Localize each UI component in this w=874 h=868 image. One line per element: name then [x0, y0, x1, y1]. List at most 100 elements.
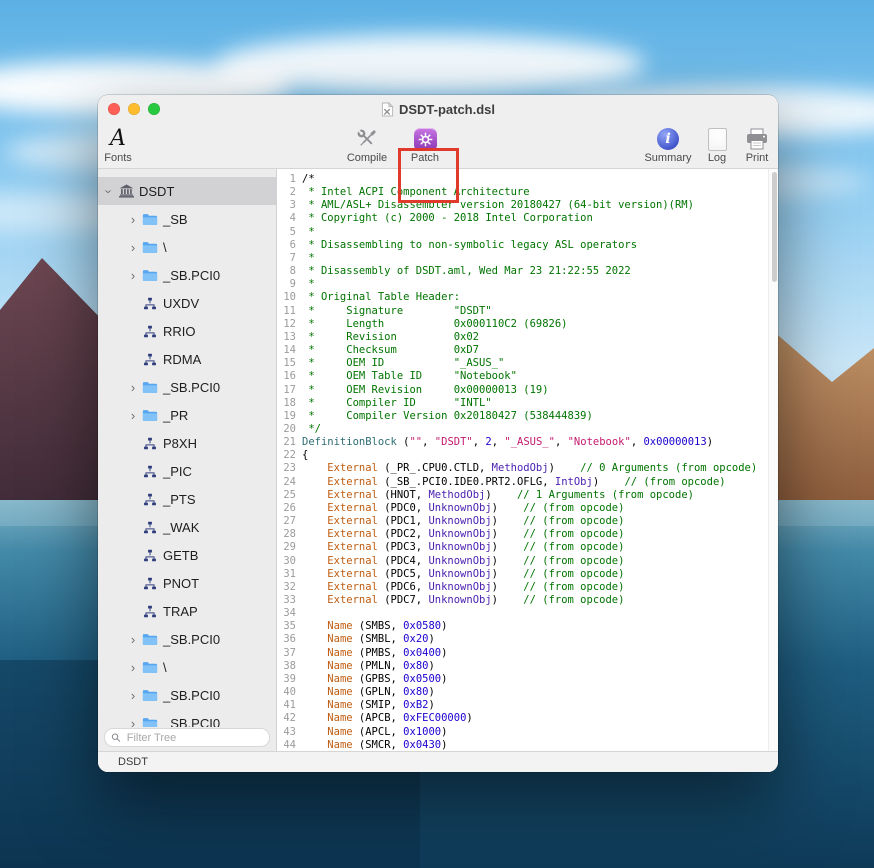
disclosure-triangle-icon[interactable]: ›	[126, 688, 140, 703]
tree-item-wak[interactable]: _WAK	[98, 513, 276, 541]
code-line[interactable]: 7 *	[277, 252, 769, 265]
tree-item-[interactable]: ›\	[98, 233, 276, 261]
code-line[interactable]: 32 External (PDC6, UnknownObj) // (from …	[277, 581, 769, 594]
code-line[interactable]: 36 Name (SMBL, 0x20)	[277, 633, 769, 646]
disclosure-triangle-icon[interactable]: ›	[126, 716, 140, 728]
document-proxy-icon[interactable]	[381, 102, 394, 117]
method-icon	[140, 577, 160, 590]
code-line[interactable]: 9 *	[277, 278, 769, 291]
vertical-scrollbar[interactable]	[768, 169, 778, 751]
tree-item-rdma[interactable]: RDMA	[98, 345, 276, 373]
code-editor[interactable]: 1/*2 * Intel ACPI Component Architecture…	[277, 169, 778, 751]
code-line[interactable]: 23 External (_PR_.CPU0.CTLD, MethodObj) …	[277, 462, 769, 475]
code-line[interactable]: 26 External (PDC0, UnknownObj) // (from …	[277, 502, 769, 515]
disclosure-triangle-icon[interactable]: ›	[126, 380, 140, 395]
filter-tree-input[interactable]	[125, 731, 263, 745]
tree-item-pr[interactable]: ›_PR	[98, 401, 276, 429]
tree-item-dsdt[interactable]: ›DSDT	[98, 177, 276, 205]
code-line[interactable]: 4 * Copyright (c) 2000 - 2018 Intel Corp…	[277, 212, 769, 225]
code-line[interactable]: 25 External (HNOT, MethodObj) // 1 Argum…	[277, 489, 769, 502]
compile-button[interactable]: Compile	[339, 126, 395, 164]
line-number: 19	[277, 410, 296, 423]
scrollbar-thumb[interactable]	[772, 172, 777, 282]
tree-item-sbpci0[interactable]: ›_SB.PCI0	[98, 261, 276, 289]
tree-item-pic[interactable]: _PIC	[98, 457, 276, 485]
patch-button[interactable]: Patch	[397, 126, 453, 164]
tree-item-uxdv[interactable]: UXDV	[98, 289, 276, 317]
code-line[interactable]: 21DefinitionBlock ("", "DSDT", 2, "_ASUS…	[277, 436, 769, 449]
filter-field[interactable]	[104, 728, 270, 747]
code-line[interactable]: 24 External (_SB_.PCI0.IDE0.PRT2.OFLG, I…	[277, 476, 769, 489]
code-line[interactable]: 14 * Checksum 0xD7	[277, 344, 769, 357]
tree-item-label: _PTS	[163, 492, 196, 507]
code-line[interactable]: 22{	[277, 449, 769, 462]
zoom-icon[interactable]	[148, 103, 160, 115]
disclosure-triangle-icon[interactable]: ›	[126, 212, 140, 227]
tree-item-pnot[interactable]: PNOT	[98, 569, 276, 597]
code-line[interactable]: 33 External (PDC7, UnknownObj) // (from …	[277, 594, 769, 607]
code-line[interactable]: 30 External (PDC4, UnknownObj) // (from …	[277, 555, 769, 568]
code-line[interactable]: 8 * Disassembly of DSDT.aml, Wed Mar 23 …	[277, 265, 769, 278]
code-line[interactable]: 11 * Signature "DSDT"	[277, 305, 769, 318]
tree-item-rrio[interactable]: RRIO	[98, 317, 276, 345]
code-line[interactable]: 19 * Compiler Version 0x20180427 (538444…	[277, 410, 769, 423]
code-text: * Compiler Version 0x20180427 (538444839…	[296, 410, 593, 423]
code-line[interactable]: 42 Name (APCB, 0xFEC00000)	[277, 712, 769, 725]
tree-item-label: \	[163, 660, 167, 675]
fonts-button[interactable]: A Fonts	[98, 126, 146, 164]
disclosure-triangle-icon[interactable]: ›	[126, 268, 140, 283]
code-line[interactable]: 44 Name (SMCR, 0x0430)	[277, 739, 769, 751]
code-line[interactable]: 38 Name (PMLN, 0x80)	[277, 660, 769, 673]
code-line[interactable]: 41 Name (SMIP, 0xB2)	[277, 699, 769, 712]
code-line[interactable]: 15 * OEM ID "_ASUS_"	[277, 357, 769, 370]
disclosure-triangle-icon[interactable]: ›	[102, 184, 117, 198]
code-line[interactable]: 20 */	[277, 423, 769, 436]
code-line[interactable]: 34	[277, 607, 769, 620]
code-line[interactable]: 18 * Compiler ID "INTL"	[277, 397, 769, 410]
code-line[interactable]: 37 Name (PMBS, 0x0400)	[277, 647, 769, 660]
code-line[interactable]: 6 * Disassembling to non-symbolic legacy…	[277, 239, 769, 252]
code-line[interactable]: 31 External (PDC5, UnknownObj) // (from …	[277, 568, 769, 581]
code-line[interactable]: 28 External (PDC2, UnknownObj) // (from …	[277, 528, 769, 541]
minimize-icon[interactable]	[128, 103, 140, 115]
code-text: Name (APCB, 0xFEC00000)	[296, 712, 473, 725]
print-button[interactable]: Print	[729, 126, 778, 164]
disclosure-triangle-icon[interactable]: ›	[126, 632, 140, 647]
disclosure-triangle-icon[interactable]: ›	[126, 660, 140, 675]
method-icon	[140, 549, 160, 562]
tree-item-sbpci0[interactable]: ›_SB.PCI0	[98, 681, 276, 709]
code-line[interactable]: 3 * AML/ASL+ Disassembler version 201804…	[277, 199, 769, 212]
window-title-group: DSDT-patch.dsl	[381, 102, 495, 117]
tree-item-pts[interactable]: _PTS	[98, 485, 276, 513]
code-line[interactable]: 5 *	[277, 226, 769, 239]
code-line[interactable]: 17 * OEM Revision 0x00000013 (19)	[277, 384, 769, 397]
summary-button[interactable]: i Summary	[640, 126, 696, 164]
tree-item-sb[interactable]: ›_SB	[98, 205, 276, 233]
tree-item-sbpci0[interactable]: ›_SB.PCI0	[98, 373, 276, 401]
code-line[interactable]: 12 * Length 0x000110C2 (69826)	[277, 318, 769, 331]
code-line[interactable]: 29 External (PDC3, UnknownObj) // (from …	[277, 541, 769, 554]
code-text: Name (GPBS, 0x0500)	[296, 673, 447, 686]
tree-item-trap[interactable]: TRAP	[98, 597, 276, 625]
code-line[interactable]: 27 External (PDC1, UnknownObj) // (from …	[277, 515, 769, 528]
disclosure-triangle-icon[interactable]: ›	[126, 408, 140, 423]
tree-item-sbpci0[interactable]: ›_SB.PCI0	[98, 625, 276, 653]
code-line[interactable]: 43 Name (APCL, 0x1000)	[277, 726, 769, 739]
disclosure-triangle-icon[interactable]: ›	[126, 240, 140, 255]
code-line[interactable]: 16 * OEM Table ID "Notebook"	[277, 370, 769, 383]
code-line[interactable]: 2 * Intel ACPI Component Architecture	[277, 186, 769, 199]
code-line[interactable]: 35 Name (SMBS, 0x0580)	[277, 620, 769, 633]
code-line[interactable]: 1/*	[277, 173, 769, 186]
close-icon[interactable]	[108, 103, 120, 115]
code-line[interactable]: 39 Name (GPBS, 0x0500)	[277, 673, 769, 686]
code-line[interactable]: 40 Name (GPLN, 0x80)	[277, 686, 769, 699]
tree-item-[interactable]: ›\	[98, 653, 276, 681]
line-number: 13	[277, 331, 296, 344]
tree-item-sbpci0[interactable]: ›_SB.PCI0	[98, 709, 276, 727]
code-line[interactable]: 10 * Original Table Header:	[277, 291, 769, 304]
line-number: 2	[277, 186, 296, 199]
tree-item-p8xh[interactable]: P8XH	[98, 429, 276, 457]
code-line[interactable]: 13 * Revision 0x02	[277, 331, 769, 344]
tree-item-getb[interactable]: GETB	[98, 541, 276, 569]
titlebar[interactable]: DSDT-patch.dsl	[98, 95, 778, 123]
